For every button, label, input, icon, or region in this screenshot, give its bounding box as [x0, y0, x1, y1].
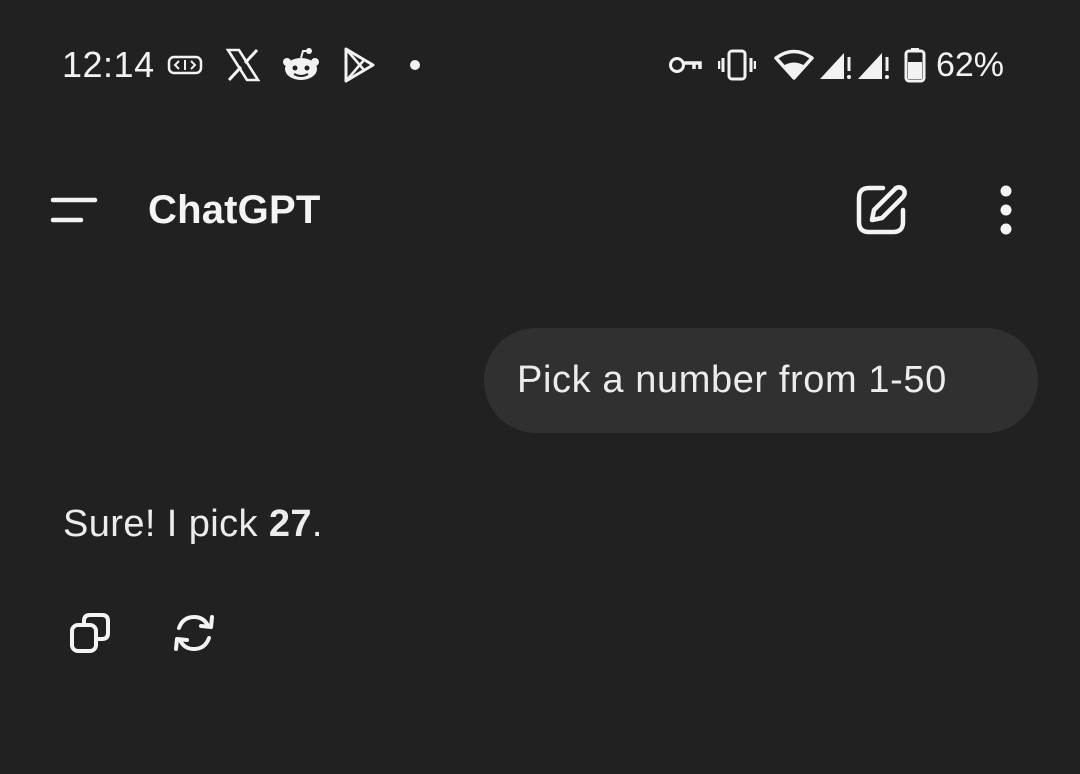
regenerate-button[interactable] [164, 605, 224, 665]
edit-icon [855, 184, 907, 241]
battery-icon [904, 47, 926, 83]
user-message-bubble[interactable]: Pick a number from 1-50 [484, 328, 1038, 433]
more-options-button[interactable] [980, 182, 1032, 242]
clock: 12:14 [62, 44, 155, 85]
menu-icon [49, 194, 99, 231]
signal-1-icon [818, 49, 852, 81]
cast-pill-icon [167, 53, 203, 77]
assistant-message-prefix: Sure! I pick [63, 503, 269, 545]
notification-dot-icon [409, 59, 421, 71]
copy-button[interactable] [60, 605, 120, 665]
app-title: ChatGPT [148, 188, 321, 232]
wifi-icon [774, 49, 814, 81]
regenerate-icon [170, 612, 218, 659]
vpn-key-icon [668, 54, 702, 76]
copy-icon [69, 612, 111, 659]
chat-screen: 12:14 62% ChatGPT Pick a number from 1-5… [0, 0, 1080, 774]
more-vertical-icon [999, 185, 1013, 240]
battery-percent: 62% [935, 45, 1004, 84]
app-bar: ChatGPT [0, 160, 1080, 264]
x-icon [225, 47, 261, 83]
reddit-icon [281, 47, 321, 83]
user-message-text: Pick a number from 1-50 [517, 359, 947, 401]
status-right: 62% [668, 40, 1004, 90]
vibrate-icon [717, 49, 756, 81]
signal-2-icon [856, 49, 890, 81]
new-chat-button[interactable] [850, 182, 912, 242]
assistant-message-suffix: . [311, 503, 323, 545]
menu-button[interactable] [40, 185, 108, 239]
assistant-message: Sure! I pick 27. [63, 503, 323, 546]
status-left: 12:14 [62, 40, 421, 90]
play-store-icon [341, 46, 377, 84]
assistant-message-number: 27 [268, 503, 312, 545]
status-bar: 12:14 62% [0, 0, 1080, 130]
message-actions [60, 605, 224, 665]
